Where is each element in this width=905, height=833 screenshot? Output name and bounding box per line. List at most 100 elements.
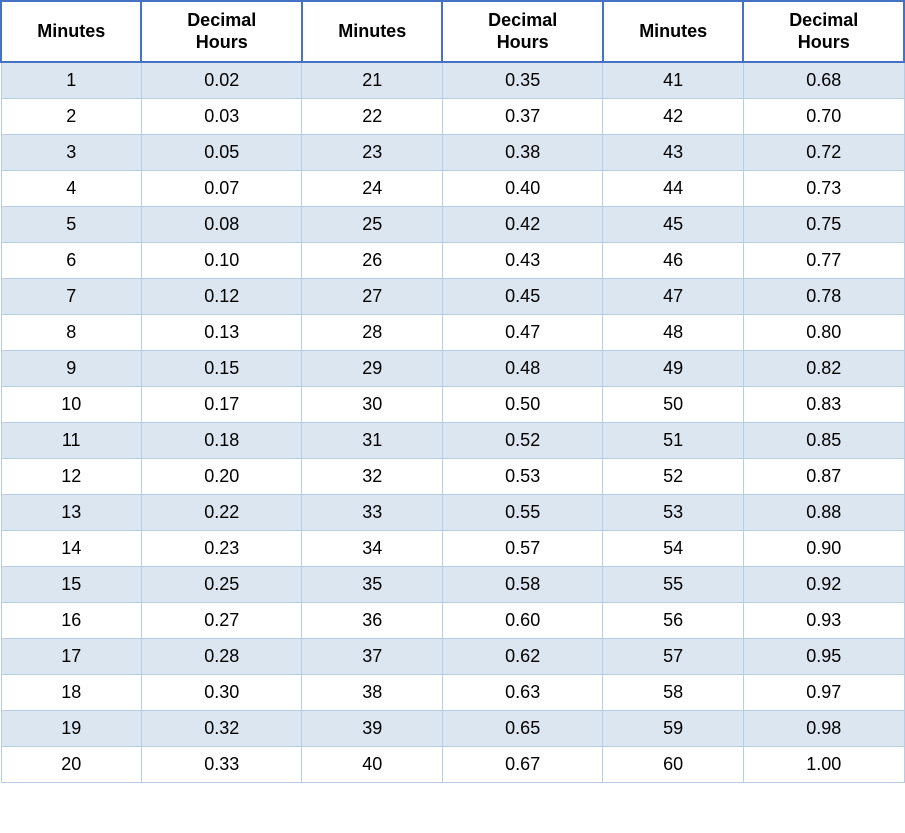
cell-minutes-1: 18 [1,675,141,711]
cell-minutes-2: 39 [302,711,442,747]
cell-minutes-3: 50 [603,387,743,423]
conversion-table: Minutes DecimalHours Minutes DecimalHour… [0,0,905,783]
cell-minutes-2: 32 [302,459,442,495]
cell-decimal-3: 0.73 [743,171,904,207]
cell-decimal-2: 0.62 [442,639,603,675]
cell-minutes-2: 40 [302,747,442,783]
cell-minutes-1: 2 [1,99,141,135]
cell-minutes-2: 34 [302,531,442,567]
cell-decimal-1: 0.18 [141,423,302,459]
cell-decimal-1: 0.17 [141,387,302,423]
header-minutes-1: Minutes [1,1,141,62]
cell-minutes-2: 26 [302,243,442,279]
cell-decimal-1: 0.10 [141,243,302,279]
cell-decimal-2: 0.55 [442,495,603,531]
cell-decimal-3: 0.77 [743,243,904,279]
cell-decimal-2: 0.48 [442,351,603,387]
table-row: 60.10260.43460.77 [1,243,904,279]
cell-minutes-1: 20 [1,747,141,783]
cell-decimal-2: 0.52 [442,423,603,459]
cell-decimal-3: 0.92 [743,567,904,603]
cell-decimal-1: 0.23 [141,531,302,567]
cell-minutes-2: 33 [302,495,442,531]
cell-minutes-1: 8 [1,315,141,351]
cell-decimal-1: 0.02 [141,62,302,99]
cell-minutes-2: 30 [302,387,442,423]
cell-decimal-2: 0.43 [442,243,603,279]
cell-minutes-3: 46 [603,243,743,279]
table-row: 50.08250.42450.75 [1,207,904,243]
table-row: 160.27360.60560.93 [1,603,904,639]
cell-minutes-1: 13 [1,495,141,531]
cell-decimal-2: 0.67 [442,747,603,783]
cell-minutes-3: 52 [603,459,743,495]
cell-minutes-1: 11 [1,423,141,459]
cell-decimal-2: 0.38 [442,135,603,171]
cell-decimal-2: 0.47 [442,315,603,351]
table-row: 90.15290.48490.82 [1,351,904,387]
header-decimal-1: DecimalHours [141,1,302,62]
cell-minutes-1: 1 [1,62,141,99]
cell-decimal-1: 0.15 [141,351,302,387]
cell-decimal-2: 0.65 [442,711,603,747]
cell-decimal-2: 0.42 [442,207,603,243]
cell-minutes-2: 22 [302,99,442,135]
cell-minutes-2: 37 [302,639,442,675]
cell-decimal-1: 0.27 [141,603,302,639]
cell-minutes-1: 9 [1,351,141,387]
table-row: 170.28370.62570.95 [1,639,904,675]
table-row: 30.05230.38430.72 [1,135,904,171]
cell-minutes-3: 51 [603,423,743,459]
cell-decimal-2: 0.35 [442,62,603,99]
cell-minutes-3: 42 [603,99,743,135]
cell-minutes-2: 28 [302,315,442,351]
cell-decimal-1: 0.33 [141,747,302,783]
cell-decimal-3: 0.98 [743,711,904,747]
cell-minutes-3: 58 [603,675,743,711]
cell-decimal-1: 0.20 [141,459,302,495]
header-decimal-3: DecimalHours [743,1,904,62]
cell-decimal-3: 0.95 [743,639,904,675]
cell-minutes-3: 47 [603,279,743,315]
cell-decimal-3: 0.97 [743,675,904,711]
table-row: 120.20320.53520.87 [1,459,904,495]
cell-decimal-3: 1.00 [743,747,904,783]
cell-minutes-1: 3 [1,135,141,171]
cell-decimal-1: 0.30 [141,675,302,711]
cell-minutes-2: 29 [302,351,442,387]
cell-decimal-2: 0.40 [442,171,603,207]
cell-decimal-3: 0.70 [743,99,904,135]
cell-decimal-1: 0.25 [141,567,302,603]
cell-minutes-1: 19 [1,711,141,747]
cell-decimal-1: 0.32 [141,711,302,747]
cell-decimal-3: 0.83 [743,387,904,423]
table-row: 110.18310.52510.85 [1,423,904,459]
cell-minutes-2: 23 [302,135,442,171]
cell-minutes-3: 53 [603,495,743,531]
cell-minutes-1: 14 [1,531,141,567]
cell-decimal-2: 0.58 [442,567,603,603]
cell-minutes-1: 16 [1,603,141,639]
cell-decimal-3: 0.90 [743,531,904,567]
cell-minutes-2: 21 [302,62,442,99]
cell-minutes-3: 43 [603,135,743,171]
cell-minutes-1: 17 [1,639,141,675]
cell-minutes-1: 7 [1,279,141,315]
cell-decimal-3: 0.82 [743,351,904,387]
cell-minutes-2: 31 [302,423,442,459]
cell-decimal-3: 0.78 [743,279,904,315]
cell-minutes-2: 36 [302,603,442,639]
cell-decimal-2: 0.63 [442,675,603,711]
cell-minutes-3: 48 [603,315,743,351]
cell-minutes-1: 10 [1,387,141,423]
header-row: Minutes DecimalHours Minutes DecimalHour… [1,1,904,62]
cell-decimal-2: 0.50 [442,387,603,423]
cell-decimal-3: 0.72 [743,135,904,171]
table-row: 20.03220.37420.70 [1,99,904,135]
cell-decimal-1: 0.05 [141,135,302,171]
cell-minutes-3: 41 [603,62,743,99]
table-row: 200.33400.67601.00 [1,747,904,783]
cell-minutes-1: 12 [1,459,141,495]
table-row: 150.25350.58550.92 [1,567,904,603]
table-row: 190.32390.65590.98 [1,711,904,747]
